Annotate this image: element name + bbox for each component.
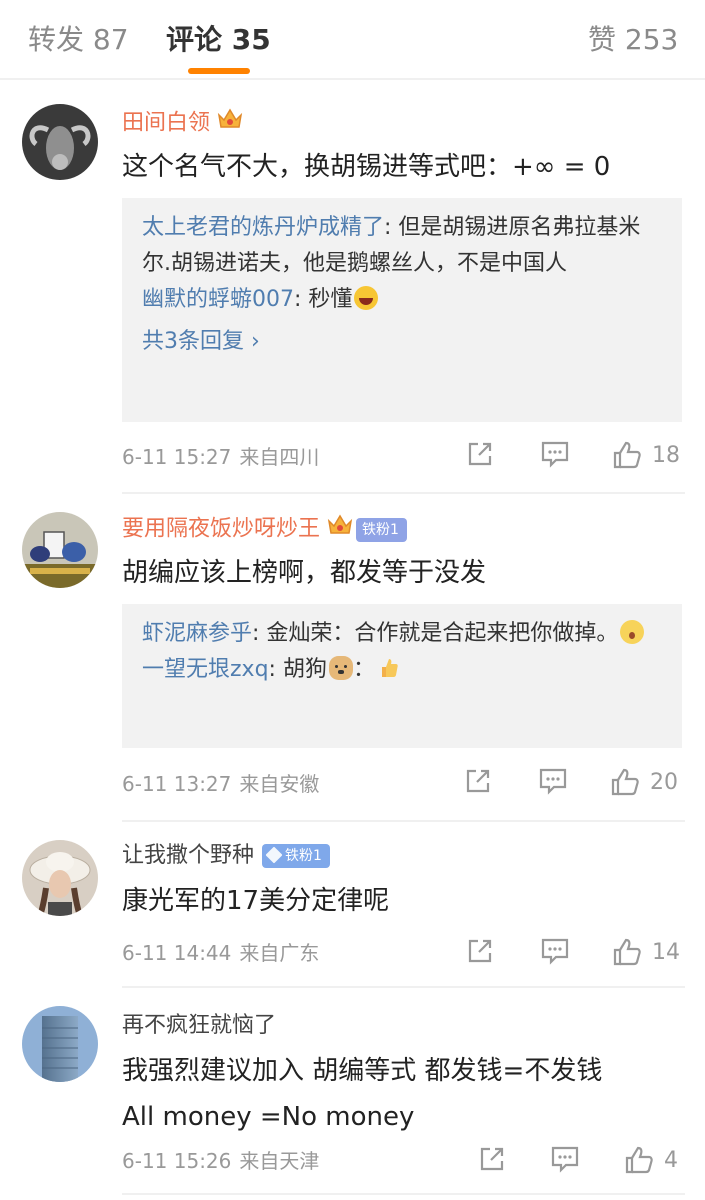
diamond-icon <box>265 846 283 864</box>
comment-divider <box>122 492 685 494</box>
comment-text: 胡编应该上榜啊，都发等于没发 <box>122 558 487 588</box>
reply-button[interactable] <box>540 937 570 965</box>
thumbs-up-icon <box>613 441 641 469</box>
like-button[interactable]: 18 <box>612 440 680 470</box>
username[interactable]: 要用隔夜饭炒呀炒王 铁粉1 <box>122 513 407 546</box>
comment-meta: 6-11 15:26 来自天津 <box>122 1146 319 1176</box>
comment-time: 6-11 15:26 <box>122 1149 232 1173</box>
username[interactable]: 再不疯狂就恼了 <box>122 1011 276 1041</box>
tab-comments[interactable]: 评论 35 <box>166 20 271 60</box>
comment-location: 来自天津 <box>239 1149 320 1173</box>
fan-badge-label: 铁粉1 <box>285 848 322 864</box>
comment-text-line: 我强烈建议加入 胡编等式 都发钱=不发钱 <box>122 1056 603 1086</box>
comment-location: 来自四川 <box>239 445 320 469</box>
like-count: 14 <box>652 939 680 965</box>
avatar[interactable] <box>22 1006 98 1082</box>
share-icon <box>466 769 490 793</box>
more-replies-label: 共3条回复 <box>142 329 244 354</box>
comment-meta: 6-11 14:44 来自广东 <box>122 938 319 968</box>
active-tab-indicator <box>188 68 250 74</box>
reply-username[interactable]: 太上老君的炼丹炉成精了 <box>142 215 384 240</box>
reply-preview-box[interactable]: 太上老君的炼丹炉成精了: 但是胡锡进原名弗拉基米尔.胡锡进诺夫，他是鹅螺丝人，不… <box>122 198 682 422</box>
username-text[interactable]: 让我撒个野种 <box>122 843 254 868</box>
comment-icon <box>541 441 569 468</box>
comment-time: 6-11 13:27 <box>122 772 232 796</box>
thumbs-up-icon <box>613 938 641 966</box>
comment-tabs: 转发 87 评论 35 赞 253 <box>0 0 705 80</box>
reply-item[interactable]: 虾泥麻参乎: 金灿荣：合作就是合起来把你做掉。 <box>142 616 662 652</box>
reply-text: : 胡狗 <box>268 657 327 682</box>
username-text[interactable]: 田间白领 <box>122 111 210 136</box>
thumbs-up-icon <box>625 1146 653 1174</box>
like-button[interactable]: 14 <box>612 937 680 967</box>
comment-divider <box>122 1193 685 1195</box>
comment-time: 6-11 14:44 <box>122 941 232 965</box>
dog-emoji-icon <box>328 656 353 680</box>
fan-badge-label: 铁粉1 <box>362 521 399 538</box>
share-icon <box>480 1147 504 1171</box>
comment-icon <box>539 768 567 795</box>
like-button[interactable]: 20 <box>610 767 678 797</box>
reply-button[interactable] <box>550 1145 580 1173</box>
username[interactable]: 让我撒个野种 铁粉1 <box>122 841 330 871</box>
avatar[interactable] <box>22 840 98 916</box>
grin-emoji-icon <box>354 286 379 310</box>
username-text[interactable]: 要用隔夜饭炒呀炒王 <box>122 517 320 542</box>
crown-icon <box>326 513 354 546</box>
comment-location: 来自广东 <box>239 941 320 965</box>
comment-text: 这个名气不大，换胡锡进等式吧：+∞ = 0 <box>122 152 611 182</box>
chevron-right-icon: › <box>251 329 260 354</box>
comment-icon <box>551 1146 579 1173</box>
reply-username[interactable]: 虾泥麻参乎 <box>142 621 252 646</box>
fan-badge: 铁粉1 <box>356 517 407 542</box>
comment-location: 来自安徽 <box>239 772 320 796</box>
share-button[interactable] <box>478 1145 506 1173</box>
avatar[interactable] <box>22 104 98 180</box>
shocked-emoji-icon <box>620 620 645 644</box>
comment-divider <box>122 986 685 988</box>
comment-text: 我强烈建议加入 胡编等式 都发钱=不发钱 All money =No money <box>122 1048 675 1140</box>
comment-icon <box>541 938 569 965</box>
thumbs-up-emoji-icon <box>377 656 401 680</box>
share-button[interactable] <box>466 440 494 468</box>
reply-button[interactable] <box>538 767 568 795</box>
comment-divider <box>122 820 685 822</box>
more-replies-link[interactable]: 共3条回复 › <box>142 324 662 360</box>
crown-icon <box>216 107 244 140</box>
fan-badge: 铁粉1 <box>262 844 330 868</box>
reply-item[interactable]: 太上老君的炼丹炉成精了: 但是胡锡进原名弗拉基米尔.胡锡进诺夫，他是鹅螺丝人，不… <box>142 210 662 282</box>
share-icon <box>468 442 492 466</box>
comment-text: 康光军的17美分定律呢 <box>122 886 390 916</box>
reply-username[interactable]: 幽默的蜉蝣007 <box>142 287 294 312</box>
reply-button[interactable] <box>540 440 570 468</box>
reply-username[interactable]: 一望无垠zxq <box>142 657 269 682</box>
username-text[interactable]: 再不疯狂就恼了 <box>122 1013 276 1038</box>
reply-item[interactable]: 幽默的蜉蝣007: 秒懂 <box>142 282 662 318</box>
like-count: 20 <box>650 769 678 795</box>
share-button[interactable] <box>466 937 494 965</box>
reply-item[interactable]: 一望无垠zxq: 胡狗 ： <box>142 652 662 688</box>
comment-text-line: All money =No money <box>122 1102 415 1132</box>
reply-text: : 秒懂 <box>294 287 353 312</box>
tab-likes[interactable]: 赞 253 <box>588 20 678 60</box>
reply-text: : 金灿荣：合作就是合起来把你做掉。 <box>252 621 619 646</box>
comment-time: 6-11 15:27 <box>122 445 232 469</box>
like-count: 18 <box>652 442 680 468</box>
colon-separator: ： <box>352 657 375 682</box>
share-button[interactable] <box>464 767 492 795</box>
tab-repost[interactable]: 转发 87 <box>28 20 129 60</box>
avatar[interactable] <box>22 512 98 588</box>
comment-meta: 6-11 15:27 来自四川 <box>122 442 319 472</box>
thumbs-up-icon <box>611 768 639 796</box>
reply-preview-box[interactable]: 虾泥麻参乎: 金灿荣：合作就是合起来把你做掉。 一望无垠zxq: 胡狗 ： <box>122 604 682 748</box>
like-count: 4 <box>664 1147 678 1173</box>
comment-meta: 6-11 13:27 来自安徽 <box>122 769 319 799</box>
share-icon <box>468 939 492 963</box>
like-button[interactable]: 4 <box>624 1145 678 1175</box>
username[interactable]: 田间白领 <box>122 107 244 140</box>
